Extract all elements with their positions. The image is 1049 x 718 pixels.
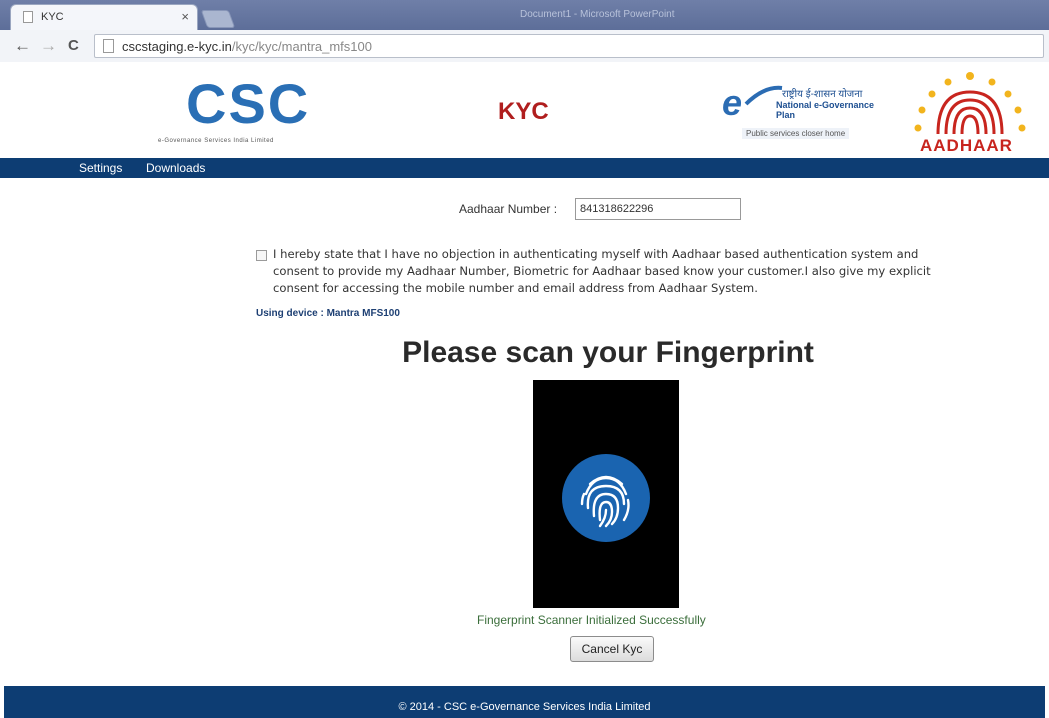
browser-tab-strip: KYC × Document1 - Microsoft PowerPoint [0, 0, 1049, 30]
negp-e-mark: e [722, 82, 743, 123]
browser-toolbar: ← → C cscstaging.e-kyc.in/kyc/kyc/mantra… [0, 30, 1049, 63]
aadhaar-logo: AADHAAR [908, 70, 1032, 155]
site-footer: © 2014 - CSC e-Governance Services India… [4, 686, 1045, 718]
nav-item-downloads[interactable]: Downloads [146, 161, 205, 175]
csc-logo-tagline: e-Governance Services India Limited [158, 138, 274, 144]
negp-english-text: National e-Governance Plan [776, 100, 875, 120]
aadhaar-wordmark: AADHAAR [920, 136, 1013, 155]
browser-tab[interactable]: KYC × [10, 4, 198, 30]
tab-close-icon[interactable]: × [181, 9, 189, 24]
aadhaar-fingerprint-sun-icon [914, 72, 1026, 135]
page-favicon-icon [23, 11, 33, 23]
scanner-status-text: Fingerprint Scanner Initialized Successf… [477, 613, 706, 627]
url-host: cscstaging.e-kyc.in [122, 39, 232, 54]
main-nav: Settings Downloads [0, 158, 1049, 178]
fingerprint-icon [562, 454, 650, 542]
tab-title: KYC [41, 11, 64, 23]
url-path: /kyc/kyc/mantra_mfs100 [231, 39, 372, 54]
url-text: cscstaging.e-kyc.in/kyc/kyc/mantra_mfs10… [122, 39, 372, 54]
aadhaar-number-label: Aadhaar Number : [459, 202, 558, 216]
negp-tagline: Public services closer home [742, 128, 850, 139]
site-header: CSC e-Governance Services India Limited … [0, 62, 1049, 158]
fingerprint-scanner-preview [533, 380, 679, 608]
new-tab-button[interactable] [200, 10, 236, 28]
scan-heading: Please scan your Fingerprint [402, 336, 814, 369]
reload-icon[interactable]: C [68, 37, 79, 54]
address-bar[interactable]: cscstaging.e-kyc.in/kyc/kyc/mantra_mfs10… [94, 34, 1044, 58]
consent-checkbox[interactable] [256, 250, 267, 261]
page-icon [103, 39, 114, 53]
negp-hindi-text: राष्ट्रीय ई-शासन योजना [782, 89, 863, 100]
csc-logo: CSC e-Governance Services India Limited [158, 76, 338, 148]
device-info: Using device : Mantra MFS100 [256, 308, 400, 319]
page-title: KYC [498, 98, 549, 125]
negp-logo: e राष्ट्रीय ई-शासन योजना National e-Gove… [718, 78, 894, 144]
csc-logo-letters: CSC [186, 72, 311, 135]
forward-arrow-icon[interactable]: → [40, 36, 57, 56]
window-title: Document1 - Microsoft PowerPoint [520, 9, 675, 20]
consent-text: I hereby state that I have no objection … [273, 247, 931, 295]
aadhaar-number-input[interactable] [575, 198, 741, 220]
back-arrow-icon[interactable]: ← [14, 36, 31, 56]
nav-item-settings[interactable]: Settings [79, 161, 122, 175]
footer-copyright: © 2014 - CSC e-Governance Services India… [398, 701, 651, 713]
cancel-kyc-button[interactable]: Cancel Kyc [570, 636, 654, 662]
